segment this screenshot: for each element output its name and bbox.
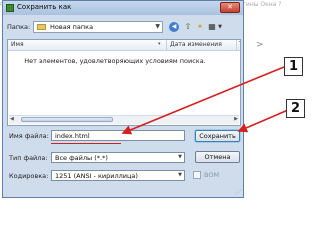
column-header-row: Имя ▾ Дата изменения Т xyxy=(8,40,240,51)
callout-2: 2 xyxy=(286,99,305,118)
folder-icon xyxy=(37,24,46,30)
column-type[interactable]: Т xyxy=(239,41,240,48)
views-chevron-down-icon[interactable]: ▼ xyxy=(217,22,223,32)
filetype-value: Все файлы (*.*) xyxy=(55,154,108,162)
encoding-label: Кодировка: xyxy=(9,172,49,180)
filetype-label: Тип файла: xyxy=(9,154,48,162)
folder-value: Новая папка xyxy=(50,23,94,31)
filename-label: Имя файла: xyxy=(9,132,49,140)
encoding-value: 1251 (ANSI - кириллица) xyxy=(55,172,138,180)
scroll-left-icon[interactable]: ◀ xyxy=(10,116,14,122)
save-button[interactable]: Сохранить xyxy=(195,130,240,142)
chevron-down-icon: ▼ xyxy=(178,154,182,160)
callout-1: 1 xyxy=(284,57,303,76)
close-button[interactable]: ✕ xyxy=(220,2,240,13)
column-name[interactable]: Имя xyxy=(11,41,24,48)
chevron-down-icon: ▼ xyxy=(155,23,160,30)
file-list[interactable]: Имя ▾ Дата изменения Т Нет элементов, уд… xyxy=(7,39,241,126)
chevron-down-icon: ▼ xyxy=(178,172,182,178)
dialog-titlebar[interactable]: Сохранить как ✕ xyxy=(3,1,243,15)
sort-arrow-icon: ▾ xyxy=(158,41,161,47)
column-divider[interactable] xyxy=(236,40,237,50)
scrollbar-thumb[interactable] xyxy=(21,117,113,122)
app-icon xyxy=(6,4,14,12)
scroll-right-icon[interactable]: ▶ xyxy=(234,116,238,122)
bom-checkbox[interactable] xyxy=(193,171,201,179)
filename-input[interactable]: index.html xyxy=(51,130,185,141)
back-icon[interactable]: ◀ xyxy=(169,22,179,32)
encoding-select[interactable]: 1251 (ANSI - кириллица) ▼ xyxy=(51,170,185,181)
filename-highlight-underline xyxy=(51,143,121,144)
views-menu-icon[interactable]: ▦ xyxy=(207,22,217,32)
column-divider[interactable] xyxy=(166,40,167,50)
horizontal-scrollbar[interactable]: ◀ ▶ xyxy=(9,115,239,124)
bom-label: BOM xyxy=(204,171,220,179)
save-as-dialog: Сохранить как ✕ Папка: Новая папка ▼ ◀ ⇧… xyxy=(2,0,244,198)
arrow-to-save-button xyxy=(237,109,289,133)
empty-list-message: Нет элементов, удовлетворяющих условиям … xyxy=(24,57,206,65)
up-folder-icon[interactable]: ⇧ xyxy=(183,22,193,32)
folder-dropdown[interactable]: Новая папка ▼ xyxy=(33,21,163,33)
cancel-button[interactable]: Отмена xyxy=(195,151,240,163)
filetype-select[interactable]: Все файлы (*.*) ▼ xyxy=(51,152,185,163)
folder-label: Папка: xyxy=(7,23,31,31)
new-folder-icon[interactable]: ✶ xyxy=(195,22,205,32)
column-date-modified[interactable]: Дата изменения xyxy=(170,41,222,48)
resize-grip-icon[interactable]: ⋰ xyxy=(235,189,241,196)
dialog-title: Сохранить как xyxy=(17,3,72,11)
background-editor-fragment: > xyxy=(256,40,264,50)
